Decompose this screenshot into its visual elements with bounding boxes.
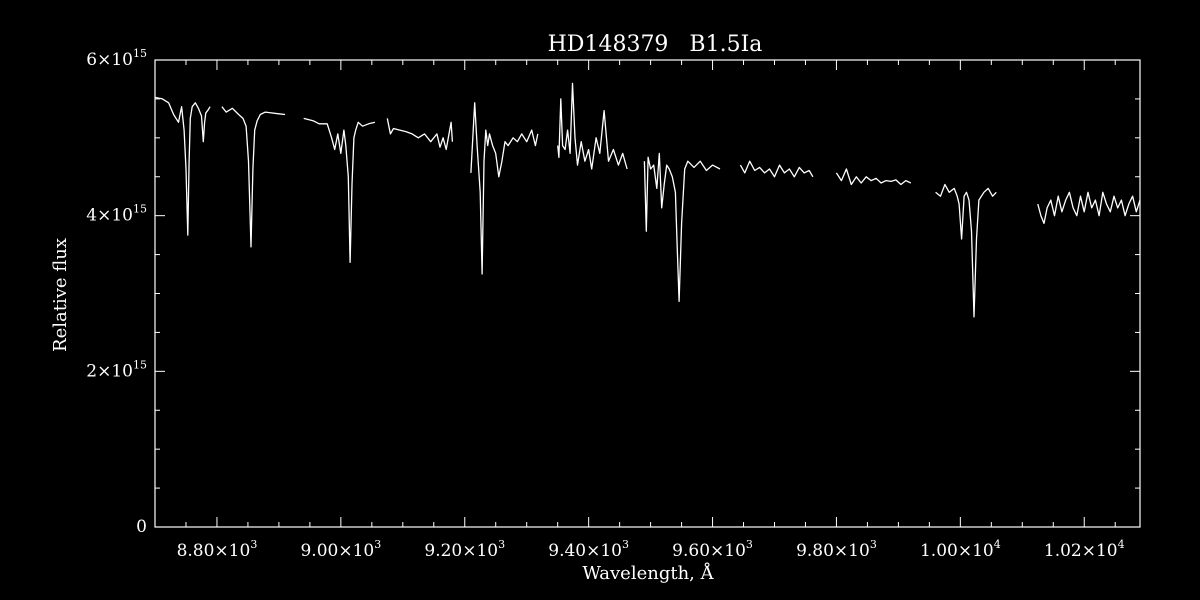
x-tick-label: 9.40×103 [548,538,629,561]
x-tick-label: 9.80×103 [796,538,877,561]
x-tick-label: 9.60×103 [672,538,753,561]
x-tick-label: 1.00×104 [920,538,1001,561]
spectrum-chart: HD148379 B1.5Ia Wavelength, Å Relative f… [0,0,1200,600]
x-axis-label: Wavelength, Å [582,562,714,584]
chart-background [0,0,1200,600]
x-tick-label: 1.02×104 [1044,538,1125,561]
chart-title: HD148379 B1.5Ia [548,32,763,57]
y-axis-label: Relative flux [50,238,71,352]
y-tick-label: 0 [136,517,147,537]
x-tick-label: 9.00×103 [300,538,381,561]
x-tick-label: 8.80×103 [177,538,258,561]
x-tick-label: 9.20×103 [424,538,505,561]
